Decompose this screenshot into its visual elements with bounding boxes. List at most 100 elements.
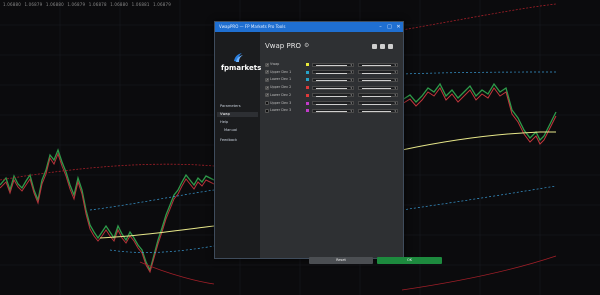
line-label: Lower Dev 1	[270, 77, 292, 82]
line-color-swatch[interactable]	[306, 78, 309, 82]
header-value: 1.06879	[24, 2, 43, 7]
line-style-preview	[316, 88, 347, 89]
line-setting-row: Lower Dev 3 ▾ ▾	[265, 108, 398, 113]
line-color-swatch[interactable]	[306, 93, 309, 97]
maximize-icon[interactable]: □	[385, 22, 394, 32]
line-label: Lower Dev 2	[270, 92, 292, 97]
panel-title: Vwap PRO	[265, 42, 302, 50]
line-setting-row: Upper Dev 3 ▾ ▾	[265, 101, 398, 106]
gear-icon[interactable]: ⚙	[304, 43, 310, 49]
delete-icon[interactable]	[388, 44, 393, 49]
close-icon[interactable]: ✕	[394, 22, 403, 32]
chevron-down-icon: ▾	[394, 93, 396, 98]
sidebar-item-parameters[interactable]: Parameters	[220, 104, 241, 108]
sidebar-item-manual[interactable]: Manual	[224, 128, 237, 132]
ok-button[interactable]: OK	[377, 257, 442, 264]
minimize-icon[interactable]: –	[376, 22, 385, 32]
chevron-down-icon: ▾	[350, 93, 352, 98]
line-style-dropdown[interactable]: ▾	[312, 77, 354, 82]
chevron-down-icon: ▾	[394, 62, 396, 67]
line-style-dropdown[interactable]: ▾	[312, 62, 354, 67]
header-value: 1.06878	[88, 2, 107, 7]
chevron-down-icon: ▾	[394, 101, 396, 105]
line-style-dropdown[interactable]: ▾	[312, 93, 354, 98]
sidebar: fpmarkets Parameters Vwap Help Manual Fe…	[215, 32, 262, 258]
line-width-dropdown[interactable]: ▾	[358, 85, 398, 90]
chevron-down-icon: ▾	[350, 101, 352, 105]
line-label: Upper Dev 1	[270, 69, 292, 74]
chevron-down-icon: ▾	[350, 108, 352, 113]
line-label: Lower Dev 3	[270, 108, 292, 113]
chevron-down-icon: ▾	[394, 85, 396, 90]
settings-panel: Vwap PRO ⚙ ✓ Vwap ▾ ▾ ✓ Upper Dev 1 ▾ ▾ ✓ Lower D…	[260, 32, 442, 264]
line-visible-checkbox[interactable]: ✓	[265, 85, 269, 90]
chevron-down-icon: ▾	[350, 62, 352, 67]
line-setting-row: ✓ Upper Dev 1 ▾ ▾	[265, 70, 398, 75]
line-width-dropdown[interactable]: ▾	[358, 77, 398, 82]
line-style-preview	[316, 80, 347, 81]
price-series-left-red	[0, 152, 215, 274]
line-width-preview	[362, 65, 391, 66]
line-width-preview	[362, 88, 391, 89]
line-setting-row: ✓ Lower Dev 1 ▾ ▾	[265, 77, 398, 82]
line-label: Vwap	[270, 62, 280, 66]
line-color-swatch[interactable]	[306, 86, 309, 90]
brand-name: fpmarkets	[221, 64, 262, 72]
line-width-dropdown[interactable]: ▾	[358, 93, 398, 98]
line-visible-checkbox[interactable]: ✓	[265, 77, 269, 82]
line-width-dropdown[interactable]: ▾	[358, 101, 398, 105]
vwap-pro-dialog: VwapPRO — FP Markets Pro Tools – □ ✕ fpm…	[214, 21, 442, 264]
line-width-preview	[362, 72, 391, 74]
header-value: 1.06879	[67, 2, 86, 7]
line-style-preview	[316, 72, 347, 74]
header-value: 1.06880	[45, 2, 64, 7]
line-color-swatch[interactable]	[306, 63, 309, 66]
line-label: Upper Dev 2	[270, 85, 292, 90]
save-icon[interactable]	[372, 44, 377, 49]
sidebar-item-help[interactable]: Help	[220, 120, 228, 124]
chevron-down-icon: ▾	[394, 108, 396, 113]
chevron-down-icon: ▾	[394, 70, 396, 75]
line-color-swatch[interactable]	[306, 70, 309, 74]
header-value: 1.06880	[3, 2, 21, 7]
line-width-dropdown[interactable]: ▾	[358, 108, 398, 113]
line-style-dropdown[interactable]: ▾	[312, 85, 354, 90]
copy-icon[interactable]	[380, 44, 385, 49]
line-width-preview	[362, 80, 391, 81]
line-width-preview	[362, 111, 391, 112]
chevron-down-icon: ▾	[394, 77, 396, 82]
line-width-preview	[362, 95, 391, 97]
line-color-swatch[interactable]	[306, 101, 309, 105]
line-style-preview	[316, 65, 347, 66]
line-width-dropdown[interactable]: ▾	[358, 70, 398, 75]
header-value: 1.06879	[153, 2, 172, 7]
chevron-down-icon: ▾	[350, 70, 352, 75]
line-setting-row: ✓ Vwap ▾ ▾	[265, 62, 398, 67]
line-visible-checkbox[interactable]: ✓	[265, 62, 269, 67]
line-style-preview	[316, 103, 347, 105]
line-width-dropdown[interactable]: ▾	[358, 62, 398, 67]
sidebar-item-vwap[interactable]: Vwap	[217, 112, 258, 117]
dialog-titlebar[interactable]: VwapPRO — FP Markets Pro Tools – □ ✕	[215, 22, 403, 32]
line-setting-row: ✓ Lower Dev 2 ▾ ▾	[265, 93, 398, 98]
line-visible-checkbox[interactable]	[265, 101, 269, 105]
line-style-preview	[316, 111, 347, 112]
dialog-title: VwapPRO — FP Markets Pro Tools	[219, 24, 286, 29]
line-width-preview	[362, 103, 391, 105]
chevron-down-icon: ▾	[350, 85, 352, 90]
header-value: 1.06880	[110, 2, 129, 7]
price-series-right	[401, 82, 557, 142]
chart-header: 1.06880 1.06879 1.06880 1.06879 1.06878 …	[0, 0, 600, 9]
line-setting-row: ✓ Upper Dev 2 ▾ ▾	[265, 85, 398, 90]
line-visible-checkbox[interactable]: ✓	[265, 70, 269, 75]
line-style-dropdown[interactable]: ▾	[312, 108, 354, 113]
line-visible-checkbox[interactable]: ✓	[265, 93, 269, 98]
line-style-dropdown[interactable]: ▾	[312, 101, 354, 105]
reset-button[interactable]: Reset	[309, 257, 373, 264]
line-visible-checkbox[interactable]	[265, 108, 269, 113]
sidebar-item-feedback[interactable]: Feedback	[220, 138, 237, 142]
line-color-swatch[interactable]	[306, 109, 309, 113]
line-style-dropdown[interactable]: ▾	[312, 70, 354, 75]
line-label: Upper Dev 3	[270, 100, 292, 105]
price-series-left	[0, 148, 215, 272]
